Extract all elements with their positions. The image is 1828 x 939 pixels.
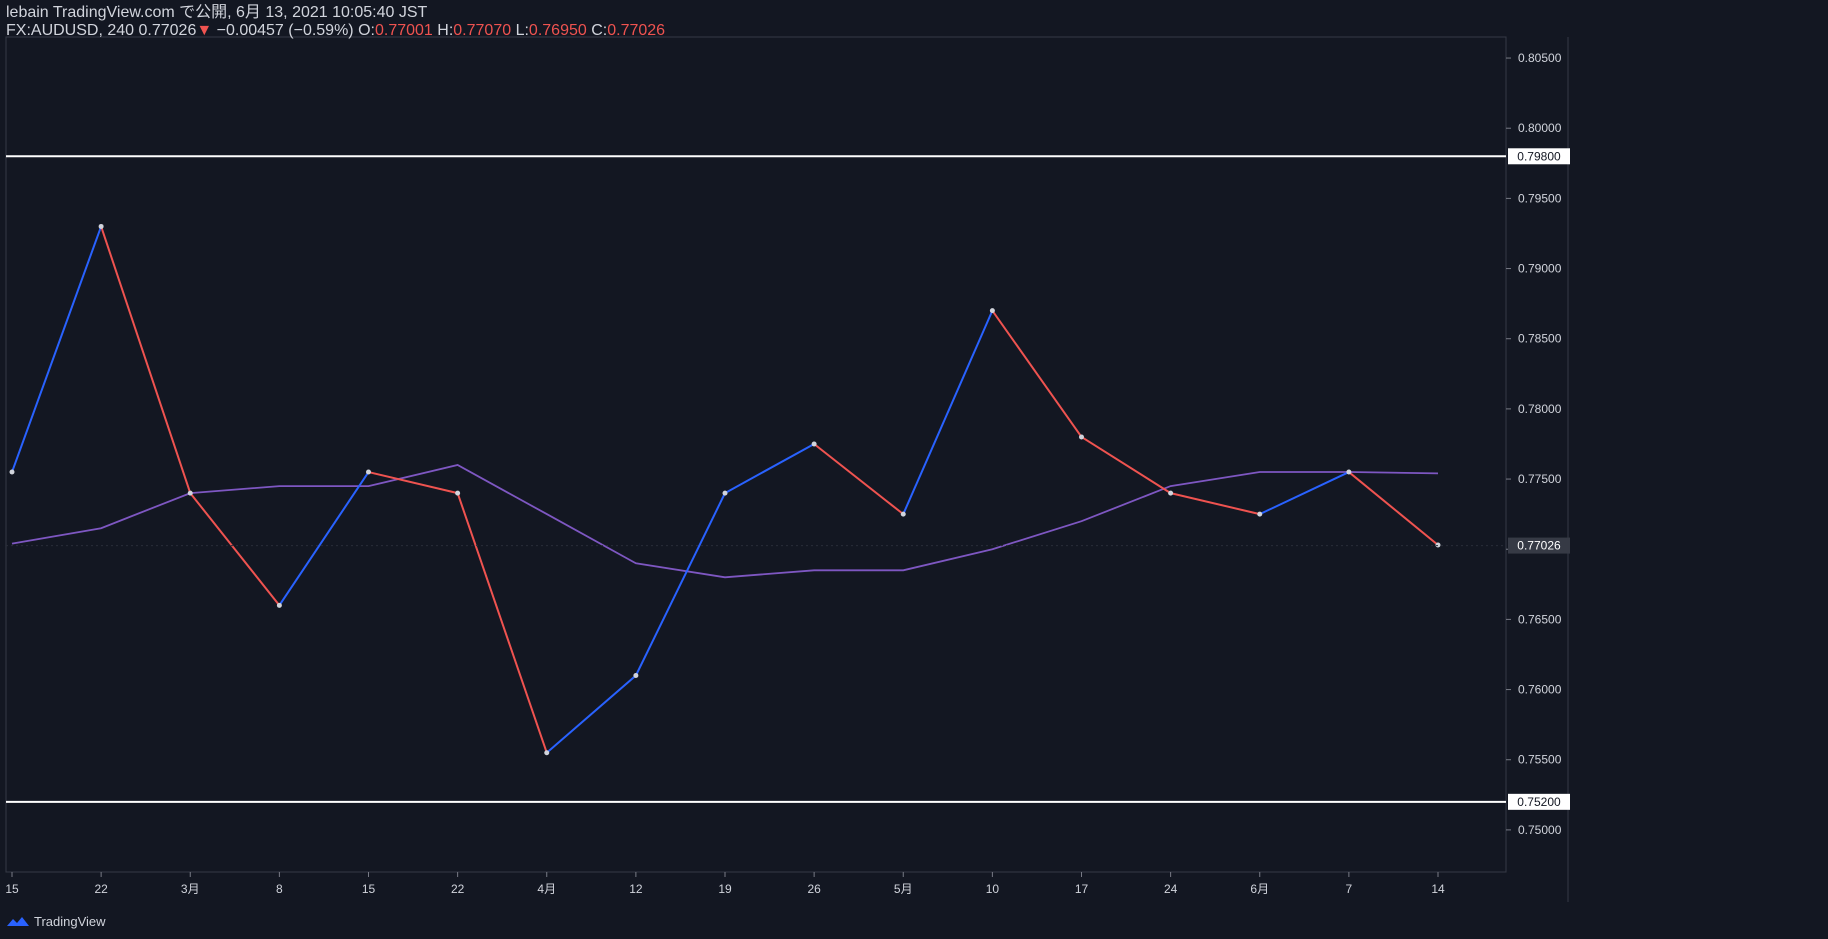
price-point xyxy=(989,308,995,314)
x-tick-label: 8 xyxy=(276,882,283,896)
x-tick-label: 6月 xyxy=(1250,882,1269,896)
close-label: C: xyxy=(591,22,608,39)
price-segment-up xyxy=(902,310,994,515)
price-point xyxy=(1168,490,1174,496)
y-tick-label: 0.78000 xyxy=(1518,402,1562,416)
price-point xyxy=(276,602,282,608)
y-tick-label: 0.76000 xyxy=(1518,683,1562,697)
x-tick-label: 4月 xyxy=(537,882,556,896)
level-price-label: 0.79800 xyxy=(1517,149,1561,163)
x-tick-label: 24 xyxy=(1164,882,1178,896)
level-price-label: 0.75200 xyxy=(1517,795,1561,809)
brand-label: TradingView xyxy=(34,913,106,929)
price-point xyxy=(9,469,15,475)
x-tick-label: 19 xyxy=(718,882,732,896)
price-point xyxy=(98,223,104,229)
y-tick-label: 0.80000 xyxy=(1518,121,1562,135)
x-tick-label: 14 xyxy=(1431,882,1445,896)
price-segment-up xyxy=(278,471,370,606)
price-segment-down xyxy=(189,492,281,606)
y-tick-label: 0.78500 xyxy=(1518,332,1562,346)
x-tick-label: 3月 xyxy=(181,882,200,896)
price-point xyxy=(1257,511,1263,517)
moving-average-line xyxy=(11,464,1439,579)
price-point xyxy=(900,511,906,517)
high-label: H: xyxy=(437,22,454,39)
ohlc-legend: FX:AUDUSD, 240 0.77026▼ −0.00457 (−0.59%… xyxy=(6,22,665,40)
close-value: 0.77026 xyxy=(607,22,666,39)
x-tick-label: 7 xyxy=(1346,882,1353,896)
price-segment-down xyxy=(100,226,192,494)
x-tick-label: 22 xyxy=(94,882,108,896)
publish-info: lebain TradingView.com で公開, 6月 13, 2021 … xyxy=(6,4,427,22)
price-chart[interactable]: 0.750000.755000.760000.765000.770000.775… xyxy=(0,0,1828,939)
price-segment-up xyxy=(11,226,103,473)
price-point xyxy=(366,469,371,475)
low-value: 0.76950 xyxy=(528,22,587,39)
price-segment-up xyxy=(546,674,637,754)
x-tick-label: 22 xyxy=(451,882,465,896)
price-segment-up xyxy=(634,492,726,676)
high-value: 0.77070 xyxy=(453,22,512,39)
publish-text: lebain TradingView.com で公開, 6月 13, 2021 … xyxy=(6,4,428,21)
y-tick-label: 0.75500 xyxy=(1518,753,1562,767)
price-segment-down xyxy=(456,492,548,754)
down-arrow-icon: ▼ xyxy=(196,22,213,39)
y-tick-label: 0.79000 xyxy=(1518,262,1562,276)
plot-frame xyxy=(5,36,1507,873)
price-segment-down xyxy=(813,443,904,515)
price-point xyxy=(1346,469,1352,475)
price-point xyxy=(1079,434,1084,440)
x-tick-label: 5月 xyxy=(894,882,913,896)
y-tick-label: 0.76500 xyxy=(1518,612,1562,626)
y-tick-label: 0.77500 xyxy=(1518,472,1562,486)
y-tick-label: 0.75000 xyxy=(1518,823,1562,837)
price-segment-down xyxy=(991,310,1083,438)
price-segment-up xyxy=(1259,471,1350,516)
x-tick-label: 15 xyxy=(362,882,376,896)
low-label: L: xyxy=(515,22,529,39)
price-point xyxy=(544,750,550,756)
price-point xyxy=(722,490,728,496)
price-change: −0.00457 (−0.59%) xyxy=(216,22,354,39)
price-segment-down xyxy=(1080,436,1172,494)
price-point xyxy=(1435,542,1441,548)
price-segment-up xyxy=(724,443,815,494)
tradingview-brand[interactable]: TradingView xyxy=(6,912,106,930)
price-point xyxy=(811,441,817,447)
x-tick-label: 26 xyxy=(807,882,821,896)
price-segment-down xyxy=(1348,471,1439,546)
tradingview-cloud-icon xyxy=(7,917,29,926)
open-value: 0.77001 xyxy=(374,22,433,39)
x-tick-label: 10 xyxy=(986,882,1000,896)
price-segment-down xyxy=(1170,492,1260,516)
price-point xyxy=(633,673,639,679)
x-tick-label: 12 xyxy=(629,882,643,896)
y-tick-label: 0.79500 xyxy=(1518,191,1562,205)
last-price-label: 0.77026 xyxy=(1517,539,1561,553)
x-tick-label: 17 xyxy=(1075,882,1089,896)
price-point xyxy=(455,490,461,496)
symbol-label: FX:AUDUSD, 240 xyxy=(6,22,135,39)
open-label: O: xyxy=(358,22,375,39)
last-price: 0.77026 xyxy=(138,22,197,39)
price-point xyxy=(187,490,193,496)
y-tick-label: 0.80500 xyxy=(1518,51,1562,65)
x-tick-label: 15 xyxy=(5,882,19,896)
